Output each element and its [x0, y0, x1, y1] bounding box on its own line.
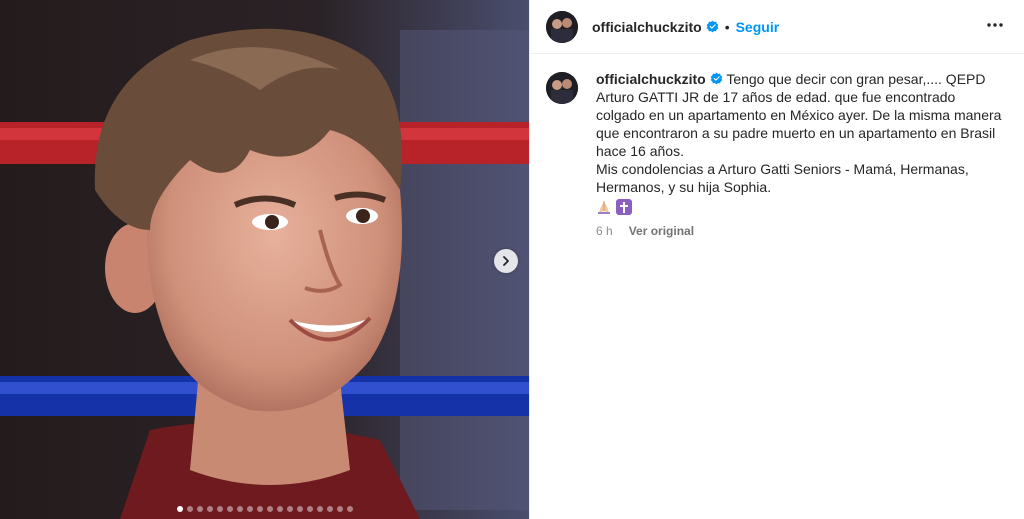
carousel-dot	[286, 506, 293, 512]
caption-first-line: officialchuckzito Tengo que decir con gr…	[596, 70, 1006, 88]
caption-username-link[interactable]: officialchuckzito	[596, 71, 706, 87]
carousel-dot	[246, 506, 253, 512]
carousel-dot	[336, 506, 343, 512]
photo-boy-portrait	[0, 0, 529, 519]
chevron-right-icon	[503, 256, 509, 266]
carousel-dot	[196, 506, 203, 512]
carousel-dot	[276, 506, 283, 512]
carousel-dot	[316, 506, 323, 512]
caption-text-line: Mis condolencias a Arturo Gatti Seniors …	[596, 161, 969, 177]
see-original-link[interactable]: Ver original	[629, 222, 694, 240]
carousel-dot	[186, 506, 193, 512]
praying-hands-emoji	[598, 201, 610, 214]
carousel-dot	[306, 506, 313, 512]
carousel-dot	[296, 506, 303, 512]
carousel-dot	[176, 506, 183, 512]
latin-cross-emoji	[616, 199, 632, 215]
carousel-dot	[326, 506, 333, 512]
carousel-dot	[256, 506, 263, 512]
caption-text-line: hace 16 años.	[596, 143, 684, 159]
carousel-dot	[206, 506, 213, 512]
post-caption: officialchuckzito Tengo que decir con gr…	[546, 70, 1006, 240]
follow-button[interactable]: Seguir	[736, 19, 780, 35]
carousel-dot	[216, 506, 223, 512]
caption-avatar[interactable]	[546, 72, 578, 104]
caption-text-line: Tengo que decir con gran pesar,.... QEPD	[726, 71, 986, 87]
caption-text-line: que encontraron a su padre muerto en un …	[596, 125, 996, 141]
avatar[interactable]	[546, 10, 578, 43]
caption-text-line: Arturo GATTI JR de 17 años de edad. que …	[596, 89, 956, 105]
verified-badge-icon	[706, 20, 719, 33]
avatar-image	[546, 72, 578, 104]
post-details-pane: officialchuckzito • Seguir officialchuck…	[529, 0, 1024, 519]
more-options-icon	[987, 23, 1003, 27]
carousel-dot	[226, 506, 233, 512]
carousel-next-button[interactable]	[494, 249, 518, 273]
carousel-indicator	[0, 506, 529, 512]
separator-dot: •	[724, 18, 730, 35]
username-link[interactable]: officialchuckzito	[592, 19, 702, 35]
caption-body: officialchuckzito Tengo que decir con gr…	[596, 70, 1006, 240]
caption-text-line: Hermanos, y su hija Sophia.	[596, 179, 772, 195]
more-options-button[interactable]	[986, 16, 1004, 34]
verified-badge-icon	[710, 72, 723, 85]
instagram-post-view: officialchuckzito • Seguir officialchuck…	[0, 0, 1024, 519]
post-header: officialchuckzito • Seguir	[530, 0, 1024, 54]
caption-meta: 6 h Ver original	[596, 222, 1006, 240]
carousel-dot	[346, 506, 353, 512]
caption-emojis	[596, 198, 1006, 216]
carousel-dot	[266, 506, 273, 512]
avatar-image	[546, 10, 578, 43]
timestamp: 6 h	[596, 224, 613, 238]
post-image[interactable]	[0, 0, 529, 519]
caption-text-line: colgado en un apartamento en México ayer…	[596, 107, 1002, 123]
carousel-dot	[236, 506, 243, 512]
